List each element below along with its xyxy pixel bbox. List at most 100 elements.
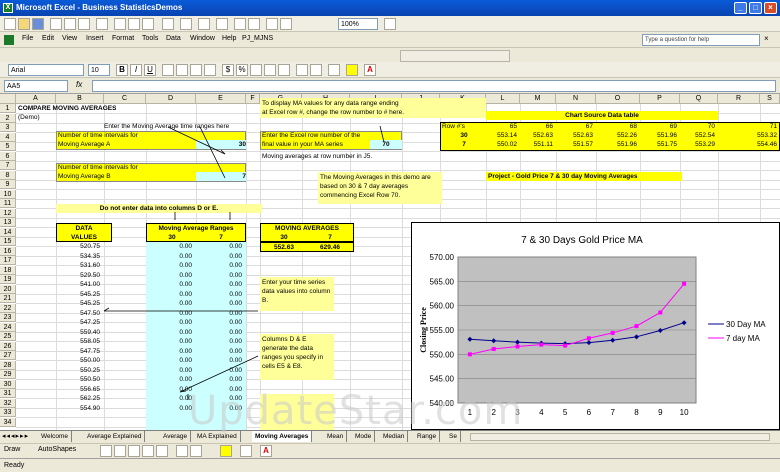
print-preview-icon[interactable] bbox=[78, 18, 90, 30]
menu-format[interactable]: Format bbox=[112, 35, 134, 42]
undo-icon[interactable] bbox=[162, 18, 174, 30]
clipart-icon[interactable] bbox=[190, 445, 202, 457]
maximize-button[interactable]: □ bbox=[749, 2, 762, 14]
menu-addin[interactable]: PJ_MJNS bbox=[242, 35, 273, 42]
tab-average[interactable]: Average bbox=[160, 431, 192, 442]
autosum-icon[interactable] bbox=[216, 18, 228, 30]
menu-help[interactable]: Help bbox=[222, 35, 236, 42]
align-left-icon[interactable] bbox=[162, 64, 174, 76]
rectangle-icon[interactable] bbox=[128, 445, 140, 457]
series-point-7-day bbox=[586, 336, 591, 341]
redo-icon[interactable] bbox=[180, 18, 192, 30]
arrow-icon[interactable] bbox=[114, 445, 126, 457]
oval-icon[interactable] bbox=[142, 445, 154, 457]
sort-ascending-icon[interactable] bbox=[234, 18, 246, 30]
x-tick-label: 5 bbox=[563, 408, 568, 417]
menu-tools[interactable]: Tools bbox=[142, 35, 158, 42]
series-point-7-day bbox=[682, 281, 687, 286]
chart-wizard-icon[interactable] bbox=[266, 18, 278, 30]
tab-average-explained[interactable]: Average Explained bbox=[84, 431, 146, 442]
menu-edit[interactable]: Edit bbox=[42, 35, 54, 42]
increase-indent-icon[interactable] bbox=[310, 64, 322, 76]
series-point-7-day bbox=[610, 330, 615, 335]
tab-welcome[interactable]: Welcome bbox=[38, 431, 72, 442]
draw-menu[interactable]: Draw bbox=[4, 446, 20, 453]
comma-style-icon[interactable] bbox=[250, 64, 262, 76]
zoom-select[interactable]: 100% bbox=[338, 18, 378, 30]
ask-question-input[interactable]: Type a question for help bbox=[642, 34, 760, 46]
arrowhead-column-b bbox=[103, 307, 110, 312]
merge-center-icon[interactable] bbox=[204, 64, 216, 76]
paste-icon[interactable] bbox=[142, 18, 154, 30]
borders-icon[interactable] bbox=[328, 64, 340, 76]
align-center-icon[interactable] bbox=[176, 64, 188, 76]
font-color-icon[interactable]: A bbox=[364, 64, 376, 76]
spelling-icon[interactable] bbox=[96, 18, 108, 30]
tab-scroll-buttons[interactable]: ◂◂◂▸▸▸ bbox=[2, 431, 29, 442]
close-button[interactable]: × bbox=[764, 2, 777, 14]
menu-file[interactable]: File bbox=[22, 35, 33, 42]
legend-label-2: 7 day MA bbox=[726, 334, 760, 343]
menu-view[interactable]: View bbox=[62, 35, 77, 42]
close-workbook-icon[interactable]: × bbox=[764, 34, 769, 43]
status-bar: Ready bbox=[0, 458, 780, 472]
series-point-7-day bbox=[563, 343, 568, 348]
hyperlink-icon[interactable] bbox=[198, 18, 210, 30]
line-color-icon[interactable] bbox=[240, 445, 252, 457]
formula-input[interactable] bbox=[92, 80, 776, 92]
standard-toolbar: 100% bbox=[0, 16, 780, 32]
formatting-toolbar: Arial 10 B I U $ % A bbox=[0, 62, 780, 78]
align-right-icon[interactable] bbox=[190, 64, 202, 76]
y-tick-label: 565.00 bbox=[430, 277, 455, 286]
draw-fill-color-icon[interactable] bbox=[220, 445, 232, 457]
y-tick-label: 545.00 bbox=[430, 375, 455, 384]
draw-font-color-icon[interactable]: A bbox=[260, 445, 272, 457]
help-icon[interactable] bbox=[384, 18, 396, 30]
name-box[interactable]: AA5 bbox=[4, 80, 68, 92]
autoshapes-menu[interactable]: AutoShapes bbox=[38, 446, 76, 453]
currency-button[interactable]: $ bbox=[222, 64, 234, 76]
x-tick-label: 9 bbox=[658, 408, 663, 417]
print-icon[interactable] bbox=[64, 18, 76, 30]
x-tick-label: 6 bbox=[587, 408, 592, 417]
fx-icon[interactable]: fx bbox=[76, 80, 82, 89]
bold-icon[interactable]: B bbox=[116, 64, 128, 76]
menu-data[interactable]: Data bbox=[166, 35, 181, 42]
series-point-7-day bbox=[491, 346, 496, 351]
menu-insert[interactable]: Insert bbox=[86, 35, 104, 42]
window-title-bar: X Microsoft Excel - Business StatisticsD… bbox=[0, 0, 780, 16]
menu-window[interactable]: Window bbox=[190, 35, 215, 42]
sort-descending-icon[interactable] bbox=[248, 18, 260, 30]
arrow-to-j5 bbox=[379, 125, 385, 143]
font-name-select[interactable]: Arial bbox=[8, 64, 84, 76]
y-tick-label: 560.00 bbox=[430, 302, 455, 311]
series-point-7-day bbox=[539, 342, 544, 347]
x-tick-label: 7 bbox=[610, 408, 615, 417]
window-title: Microsoft Excel - Business StatisticsDem… bbox=[16, 3, 183, 12]
y-tick-label: 570.00 bbox=[430, 253, 455, 262]
save-icon[interactable] bbox=[32, 18, 44, 30]
wordart-icon[interactable] bbox=[176, 445, 188, 457]
y-tick-label: 550.00 bbox=[430, 350, 455, 359]
cut-icon[interactable] bbox=[114, 18, 126, 30]
increase-decimal-icon[interactable] bbox=[264, 64, 276, 76]
worksheet-grid[interactable]: ABCDEFGHIJKLMNOPQRS 12345678910111213141… bbox=[0, 94, 780, 430]
minimize-button[interactable]: _ bbox=[734, 2, 747, 14]
drawing-icon[interactable] bbox=[280, 18, 292, 30]
permission-icon[interactable] bbox=[50, 18, 62, 30]
percent-button[interactable]: % bbox=[236, 64, 248, 76]
font-size-select[interactable]: 10 bbox=[88, 64, 110, 76]
open-icon[interactable] bbox=[18, 18, 30, 30]
underline-icon[interactable]: U bbox=[144, 64, 156, 76]
line-icon[interactable] bbox=[100, 445, 112, 457]
new-icon[interactable] bbox=[4, 18, 16, 30]
decrease-decimal-icon[interactable] bbox=[278, 64, 290, 76]
decrease-indent-icon[interactable] bbox=[296, 64, 308, 76]
horizontal-scrollbar[interactable] bbox=[470, 433, 770, 441]
drawing-toolbar: Draw AutoShapes A bbox=[0, 443, 780, 457]
copy-icon[interactable] bbox=[128, 18, 140, 30]
fill-color-icon[interactable] bbox=[346, 64, 358, 76]
series-point-7-day bbox=[467, 352, 472, 357]
italic-icon[interactable]: I bbox=[130, 64, 142, 76]
textbox-icon[interactable] bbox=[156, 445, 168, 457]
